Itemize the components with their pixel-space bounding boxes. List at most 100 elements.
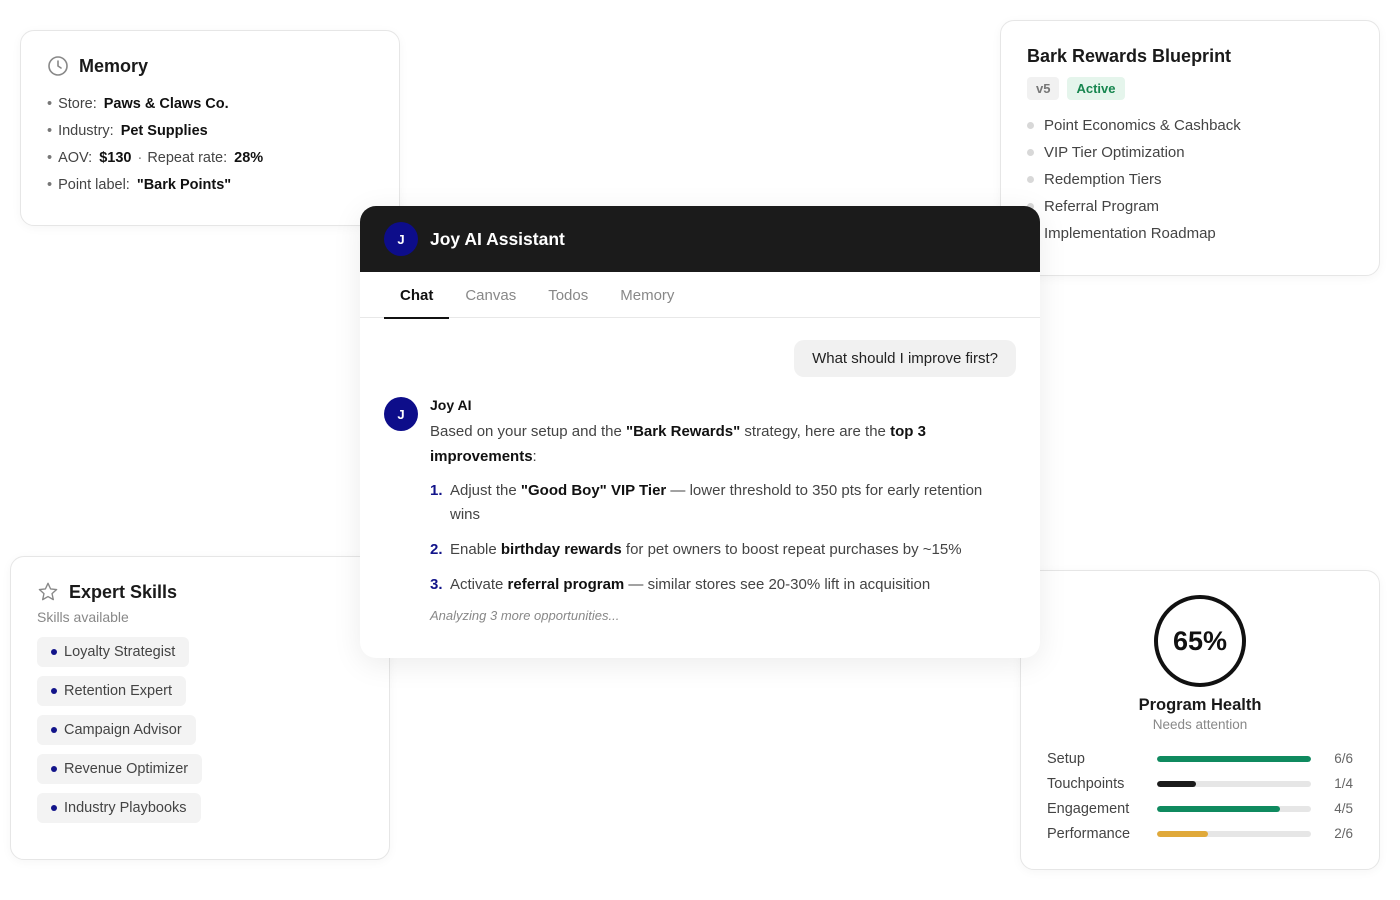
memory-header: Memory — [47, 55, 373, 77]
assistant-avatar: J — [384, 397, 418, 431]
progress-bar — [1157, 780, 1311, 787]
status-badge: Active — [1067, 77, 1125, 100]
blueprint-sections: Point Economics & Cashback VIP Tier Opti… — [1027, 112, 1353, 247]
skill-pill[interactable]: Loyalty Strategist — [37, 637, 190, 667]
blueprint-title: Bark Rewards Blueprint — [1027, 46, 1232, 66]
skill-label: Loyalty Strategist — [64, 644, 176, 660]
chat-panel: J Joy AI Assistant Chat Canvas Todos Mem… — [360, 206, 1040, 658]
memory-item-aov: AOV: $130 · Repeat rate: 28% — [47, 145, 373, 172]
bullet-icon — [51, 688, 57, 694]
chat-header: J Joy AI Assistant — [360, 206, 1040, 272]
progress-bar — [1157, 805, 1311, 812]
repeat-rate-value: 28% — [234, 150, 264, 166]
skill-label: Revenue Optimizer — [64, 761, 189, 777]
memory-item-store: Store: Paws & Claws Co. — [47, 91, 373, 118]
item-pre: Activate — [450, 576, 508, 593]
skills-list: Loyalty Strategist Retention Expert Camp… — [37, 637, 363, 823]
item-number: 3. — [430, 576, 443, 593]
blueprint-badges: v5 Active — [1027, 77, 1353, 100]
health-score-ring: 65% — [1154, 595, 1246, 687]
metric-row: Setup 6/6 — [1047, 746, 1353, 771]
store-label: Store: — [58, 96, 97, 112]
memory-title: Memory — [79, 55, 149, 76]
progress-bar — [1157, 830, 1311, 837]
chat-tabs: Chat Canvas Todos Memory — [360, 272, 1040, 319]
metric-value: 1/4 — [1334, 776, 1353, 791]
point-label-label: Point label: — [58, 177, 130, 193]
item-post: for pet owners to boost repeat purchases… — [621, 541, 962, 558]
bullet-icon — [51, 766, 57, 772]
skills-title: Expert Skills — [69, 581, 178, 602]
item-bold: "Good Boy" VIP Tier — [520, 482, 667, 499]
item-post: — similar stores see 20-30% lift in acqu… — [624, 576, 931, 593]
metric-label: Setup — [1047, 750, 1085, 767]
tab-memory[interactable]: Memory — [604, 272, 690, 318]
blueprint-section[interactable]: Referral Program — [1027, 193, 1353, 220]
improvement-list: 1. Adjust the "Good Boy" VIP Tier — lower… — [430, 479, 1016, 597]
progress-fill — [1157, 805, 1281, 812]
tab-chat[interactable]: Chat — [384, 272, 450, 319]
health-metrics: Setup 6/6 Touchpoints 1/4 Engagement 4/5… — [1047, 746, 1353, 846]
aov-label: AOV: — [58, 150, 93, 166]
aov-value: $130 — [99, 150, 132, 166]
repeat-rate-label: Repeat rate: — [147, 150, 228, 166]
blueprint-section[interactable]: Implementation Roadmap — [1027, 220, 1353, 247]
industry-value: Pet Supplies — [120, 123, 208, 139]
star-icon — [38, 582, 58, 601]
memory-item-industry: Industry: Pet Supplies — [47, 118, 373, 145]
progress-bar — [1157, 755, 1311, 762]
metric-label: Engagement — [1047, 800, 1130, 817]
skills-subtitle: Skills available — [37, 609, 129, 625]
program-health-card: 65% Program Health Needs attention Setup… — [1020, 570, 1380, 870]
improvement-item: 3. Activate referral program — similar st… — [430, 573, 1016, 597]
skill-label: Campaign Advisor — [64, 722, 182, 738]
progress-fill — [1157, 780, 1196, 787]
metric-value: 2/6 — [1334, 826, 1353, 841]
skill-label: Industry Playbooks — [64, 800, 187, 816]
user-message-row: What should I improve first? — [384, 340, 1016, 377]
clock-icon — [48, 56, 68, 76]
blueprint-section[interactable]: VIP Tier Optimization — [1027, 139, 1353, 166]
item-pre: Enable — [450, 541, 501, 558]
tab-todos[interactable]: Todos — [532, 272, 604, 318]
industry-label: Industry: — [58, 123, 114, 139]
item-bold: referral program — [507, 576, 625, 593]
item-text: Adjust the "Good Boy" VIP Tier — lower t… — [450, 479, 1016, 527]
assistant-intro: Based on your setup and the "Bark Reward… — [430, 419, 1016, 469]
metric-label: Performance — [1047, 825, 1131, 842]
memory-list: Store: Paws & Claws Co. Industry: Pet Su… — [47, 91, 373, 199]
metric-row: Performance 2/6 — [1047, 821, 1353, 846]
bullet-icon — [51, 649, 57, 655]
assistant-name: Joy AI — [430, 397, 472, 413]
skills-header: Expert Skills — [37, 581, 363, 603]
memory-card: Memory Store: Paws & Claws Co. Industry:… — [20, 30, 400, 226]
separator: · — [137, 150, 143, 166]
item-text: Activate referral program — similar stor… — [450, 573, 930, 597]
tab-canvas[interactable]: Canvas — [449, 272, 532, 318]
skill-label: Retention Expert — [64, 683, 173, 699]
store-value: Paws & Claws Co. — [103, 96, 229, 112]
skill-pill[interactable]: Retention Expert — [37, 676, 187, 706]
metric-value: 6/6 — [1334, 751, 1353, 766]
item-number: 2. — [430, 541, 443, 558]
analyzing-status: Analyzing 3 more opportunities... — [430, 608, 620, 623]
version-badge: v5 — [1027, 77, 1060, 100]
skill-pill[interactable]: Industry Playbooks — [37, 793, 201, 823]
improvement-item: 2. Enable birthday rewards for pet owners… — [430, 538, 1016, 562]
memory-item-point-label: Point label: "Bark Points" — [47, 172, 373, 199]
blueprint-section[interactable]: Point Economics & Cashback — [1027, 112, 1353, 139]
improvement-item: 1. Adjust the "Good Boy" VIP Tier — lower… — [430, 479, 1016, 527]
point-label-value: "Bark Points" — [136, 177, 232, 193]
chat-body: What should I improve first? J Joy AI Ba… — [360, 318, 1040, 623]
skill-pill[interactable]: Campaign Advisor — [37, 715, 196, 745]
user-message: What should I improve first? — [794, 340, 1016, 377]
item-pre: Adjust the — [450, 482, 521, 499]
blueprint-card[interactable]: Bark Rewards Blueprint v5 Active Point E… — [1000, 20, 1380, 276]
assistant-avatar: J — [384, 222, 418, 256]
intro-strategy: "Bark Rewards" — [625, 423, 741, 440]
intro-text: : — [532, 448, 537, 465]
skill-pill[interactable]: Revenue Optimizer — [37, 754, 203, 784]
bullet-icon — [51, 805, 57, 811]
blueprint-section[interactable]: Redemption Tiers — [1027, 166, 1353, 193]
metric-row: Engagement 4/5 — [1047, 796, 1353, 821]
